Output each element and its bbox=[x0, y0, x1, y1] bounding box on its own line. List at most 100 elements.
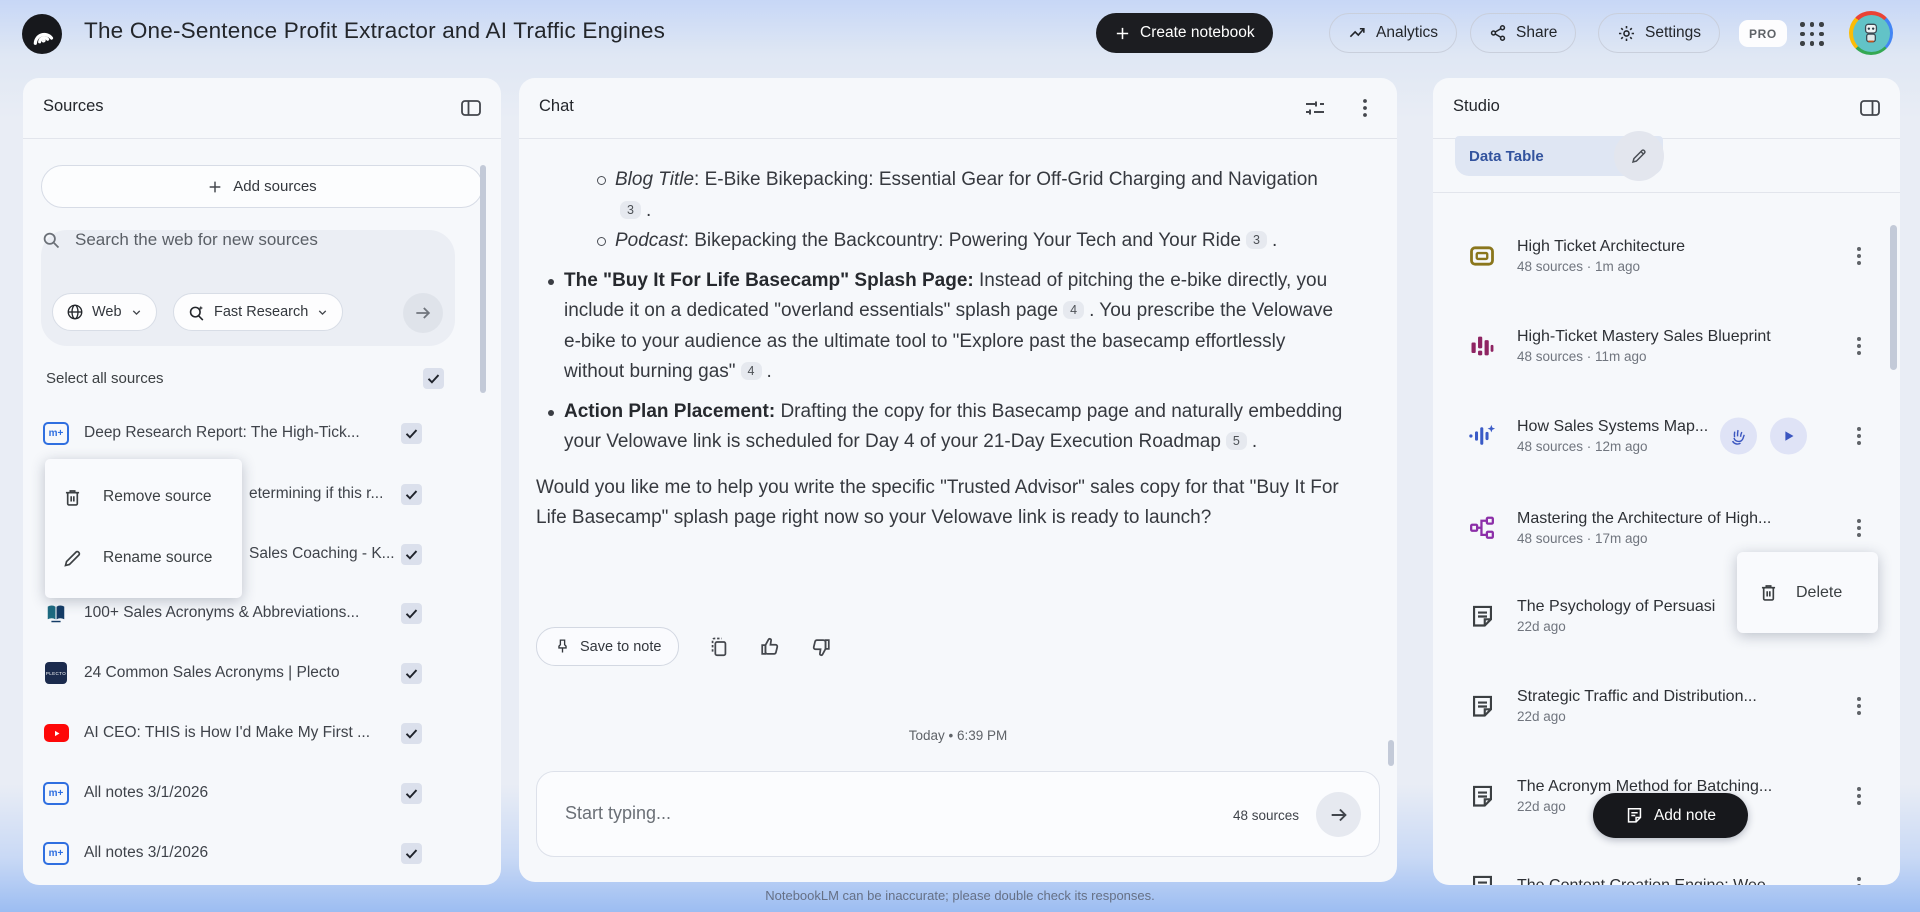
chat-input-box[interactable]: Start typing... 48 sources bbox=[536, 771, 1380, 857]
search-submit-button[interactable] bbox=[403, 293, 443, 333]
pin-icon bbox=[558, 639, 567, 653]
followup-question: Would you like me to help you write the … bbox=[536, 476, 1339, 529]
thumbs-down-icon[interactable] bbox=[810, 636, 832, 658]
citation-badge[interactable]: 4 bbox=[1063, 301, 1085, 319]
source-row[interactable]: AI CEO: THIS is How I'd Make My First ..… bbox=[43, 709, 441, 757]
chat-scrollbar[interactable] bbox=[1388, 740, 1394, 766]
source-row[interactable]: m+ All notes 3/1/2026 bbox=[43, 829, 441, 877]
item-more-icon[interactable] bbox=[1850, 697, 1868, 715]
item-more-icon[interactable] bbox=[1850, 427, 1868, 445]
research-mode-dropdown[interactable]: Fast Research bbox=[173, 293, 344, 331]
bullet-action-plan: Action Plan Placement: Drafting the copy… bbox=[536, 397, 1344, 458]
arrow-right-icon bbox=[416, 307, 431, 319]
collapse-sources-panel-icon[interactable] bbox=[459, 96, 483, 120]
bar-chart-icon bbox=[1465, 332, 1499, 360]
item-more-icon[interactable] bbox=[1850, 877, 1868, 885]
thumbs-up-icon[interactable] bbox=[759, 636, 781, 658]
citation-badge[interactable]: 3 bbox=[620, 200, 641, 219]
item-more-icon[interactable] bbox=[1850, 519, 1868, 537]
chat-more-icon[interactable] bbox=[1353, 96, 1377, 120]
search-input[interactable]: Search the web for new sources bbox=[75, 230, 318, 250]
apps-grid-icon[interactable] bbox=[1800, 22, 1826, 48]
notebooklm-note-icon: m+ bbox=[43, 781, 69, 805]
studio-item-row[interactable]: How Sales Systems Map... 48 sources · 12m… bbox=[1453, 408, 1884, 464]
trash-icon bbox=[1761, 585, 1776, 601]
chat-title: Chat bbox=[539, 97, 574, 115]
sub-bullet-blog-title: Blog Title: E-Bike Bikepacking: Essentia… bbox=[536, 165, 1344, 226]
rename-source-menu-item[interactable]: Rename source bbox=[45, 527, 242, 589]
save-to-note-button[interactable]: Save to note bbox=[536, 627, 680, 666]
add-sources-button[interactable]: Add sources bbox=[41, 165, 483, 208]
play-audio-button[interactable] bbox=[1770, 417, 1807, 455]
chat-header: Chat bbox=[519, 78, 1397, 139]
add-note-button[interactable]: Add note bbox=[1593, 793, 1748, 838]
settings-button[interactable]: Settings bbox=[1598, 13, 1721, 53]
share-icon bbox=[1490, 25, 1506, 41]
studio-scrollbar[interactable] bbox=[1890, 225, 1897, 370]
web-filter-dropdown[interactable]: Web bbox=[52, 293, 157, 331]
source-checkbox[interactable] bbox=[401, 782, 422, 804]
edit-chip-button[interactable] bbox=[1614, 131, 1664, 181]
sources-title: Sources bbox=[43, 97, 104, 115]
sources-scrollbar[interactable] bbox=[480, 165, 486, 393]
citation-badge[interactable]: 3 bbox=[1246, 231, 1268, 249]
studio-item-row[interactable]: Mastering the Architecture of High... 48 … bbox=[1453, 500, 1884, 556]
create-notebook-button[interactable]: Create notebook bbox=[1096, 13, 1273, 53]
plus-icon bbox=[1116, 27, 1129, 39]
share-button[interactable]: Share bbox=[1470, 13, 1577, 53]
analytics-button[interactable]: Analytics bbox=[1329, 13, 1458, 53]
search-icon bbox=[43, 232, 60, 249]
analytics-label: Analytics bbox=[1376, 24, 1439, 41]
account-avatar[interactable] bbox=[1849, 11, 1893, 55]
source-checkbox[interactable] bbox=[401, 662, 422, 684]
studio-item-row[interactable]: High-Ticket Mastery Sales Blueprint 48 so… bbox=[1453, 318, 1884, 374]
sub-bullet-podcast: Podcast: Bikepacking the Backcountry: Po… bbox=[536, 226, 1344, 257]
copy-icon[interactable] bbox=[708, 636, 730, 658]
interactive-mode-button[interactable] bbox=[1720, 417, 1757, 455]
collapse-studio-panel-icon[interactable] bbox=[1858, 96, 1882, 120]
notebooklm-logo-icon[interactable] bbox=[22, 14, 62, 54]
notebooklm-note-icon: m+ bbox=[43, 841, 69, 865]
select-all-checkbox[interactable] bbox=[423, 367, 444, 389]
chat-panel: Chat Blog Title: E-Bike Bikepacking: Ess… bbox=[519, 78, 1397, 882]
remove-source-menu-item[interactable]: Remove source bbox=[45, 466, 242, 528]
studio-item-row[interactable]: The Content Creation Engine: Wee... bbox=[1453, 858, 1884, 885]
source-checkbox[interactable] bbox=[401, 842, 422, 864]
source-context-menu: Remove source Rename source bbox=[45, 459, 242, 598]
studio-item-row[interactable]: High Ticket Architecture 48 sources · 1m … bbox=[1453, 228, 1884, 284]
sources-header: Sources bbox=[23, 78, 501, 139]
source-checkbox[interactable] bbox=[401, 422, 422, 444]
source-row[interactable]: m+ All notes 3/1/2026 bbox=[43, 769, 441, 817]
delete-menu-item[interactable]: Delete bbox=[1737, 552, 1878, 633]
trash-icon bbox=[65, 489, 80, 506]
source-row[interactable]: m+ Deep Research Report: The High-Tick..… bbox=[43, 409, 441, 457]
item-more-icon[interactable] bbox=[1850, 247, 1868, 265]
source-checkbox[interactable] bbox=[401, 722, 422, 744]
citation-badge[interactable]: 4 bbox=[740, 362, 762, 380]
chat-input-placeholder: Start typing... bbox=[565, 803, 672, 823]
research-mode-label: Fast Research bbox=[214, 304, 309, 320]
send-button[interactable] bbox=[1316, 792, 1361, 837]
studio-title: Studio bbox=[1453, 97, 1500, 115]
item-more-icon[interactable] bbox=[1850, 787, 1868, 805]
wave-hand-icon bbox=[1731, 429, 1745, 445]
plus-icon bbox=[209, 181, 221, 192]
studio-item-row[interactable]: Strategic Traffic and Distribution... 22d… bbox=[1453, 678, 1884, 734]
notebook-title[interactable]: The One-Sentence Profit Extractor and AI… bbox=[84, 18, 665, 44]
chat-settings-icon[interactable] bbox=[1303, 96, 1327, 120]
chevron-down-icon bbox=[132, 309, 140, 315]
source-checkbox[interactable] bbox=[401, 602, 422, 624]
chevron-down-icon bbox=[319, 309, 327, 315]
audio-waveform-icon bbox=[1465, 422, 1499, 450]
source-row[interactable]: PLECTO 24 Common Sales Acronyms | Plecto bbox=[43, 649, 441, 697]
assistant-message: Blog Title: E-Bike Bikepacking: Essentia… bbox=[536, 165, 1344, 534]
arrow-right-icon bbox=[1331, 808, 1347, 821]
source-checkbox[interactable] bbox=[401, 543, 422, 565]
create-notebook-label: Create notebook bbox=[1140, 24, 1255, 41]
citation-badge[interactable]: 5 bbox=[1225, 432, 1247, 450]
mindmap-icon bbox=[1465, 515, 1499, 541]
item-more-icon[interactable] bbox=[1850, 337, 1868, 355]
slides-frame-icon bbox=[1465, 242, 1499, 270]
source-checkbox[interactable] bbox=[401, 483, 422, 505]
settings-label: Settings bbox=[1645, 24, 1702, 41]
